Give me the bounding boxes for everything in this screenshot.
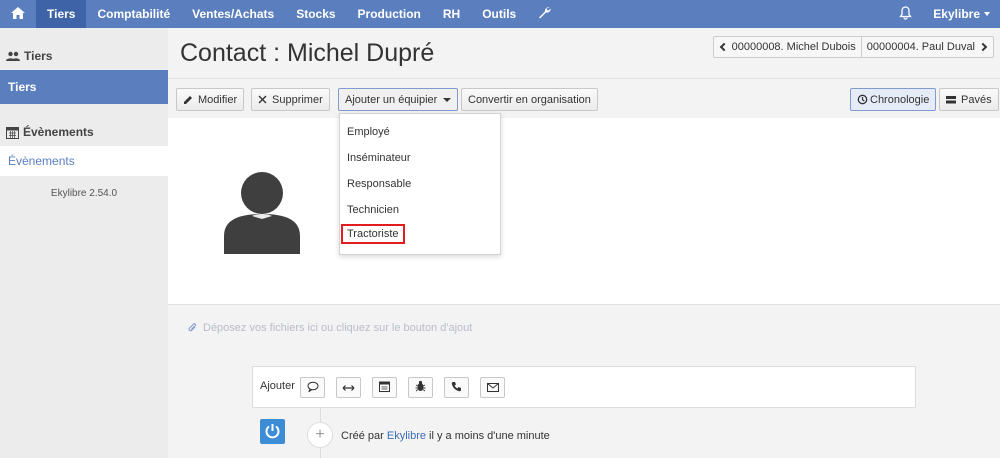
wrench-icon bbox=[538, 6, 551, 22]
nav-ventes-achats[interactable]: Ventes/Achats bbox=[181, 0, 285, 28]
add-team-member-label: Ajouter un équipier bbox=[345, 93, 438, 106]
dropdown-item-responsable[interactable]: Responsable bbox=[347, 178, 411, 190]
plus-icon: + bbox=[315, 426, 325, 443]
timeline-view-button[interactable]: Chronologie bbox=[850, 88, 937, 111]
sidebar-section-tiers: Tiers bbox=[0, 42, 168, 70]
user-name: Ekylibre bbox=[933, 7, 980, 21]
add-comment-button[interactable] bbox=[300, 377, 325, 398]
timeline-entry-suffix: il y a moins d'une minute bbox=[429, 430, 550, 442]
exchange-icon bbox=[342, 381, 355, 395]
list-icon bbox=[946, 95, 956, 104]
previous-record-button[interactable]: 00000008. Michel Dubois bbox=[714, 37, 861, 57]
toolbar-divider bbox=[168, 78, 1000, 79]
expand-entry-button[interactable]: + bbox=[307, 422, 333, 448]
add-email-button[interactable] bbox=[480, 377, 505, 398]
nav-production[interactable]: Production bbox=[347, 0, 432, 28]
contact-card bbox=[168, 118, 1000, 304]
calendar-icon bbox=[379, 381, 390, 395]
dropzone-label: Déposez vos fichiers ici ou cliquez sur … bbox=[203, 322, 473, 334]
home-button[interactable] bbox=[0, 0, 36, 28]
add-call-button[interactable] bbox=[444, 377, 469, 398]
tiles-view-button[interactable]: Pavés bbox=[939, 88, 999, 111]
bell-icon bbox=[899, 5, 913, 23]
convert-organisation-label: Convertir en organisation bbox=[468, 93, 591, 106]
nav-outils[interactable]: Outils bbox=[471, 0, 527, 28]
sidebar-section-evenements: Évènements bbox=[0, 118, 168, 146]
settings-button[interactable] bbox=[527, 0, 562, 28]
page-title: Contact : Michel Dupré bbox=[180, 39, 435, 67]
add-label: Ajouter bbox=[260, 380, 295, 392]
avatar bbox=[222, 170, 302, 257]
timeline-view-label: Chronologie bbox=[870, 93, 930, 106]
dropdown-item-inseminateur[interactable]: Inséminateur bbox=[347, 152, 411, 164]
comment-icon bbox=[307, 381, 319, 395]
edit-button[interactable]: Modifier bbox=[176, 88, 245, 111]
home-icon bbox=[11, 6, 25, 22]
user-icon bbox=[224, 172, 300, 254]
pencil-icon bbox=[183, 95, 193, 105]
nav-stocks[interactable]: Stocks bbox=[285, 0, 346, 28]
phone-icon bbox=[451, 381, 462, 395]
delete-label: Supprimer bbox=[272, 93, 323, 106]
chevron-right-icon bbox=[978, 42, 988, 52]
main-content: Contact : Michel Dupré 00000008. Michel … bbox=[168, 28, 1000, 458]
next-record-label: 00000004. Paul Duval bbox=[866, 41, 975, 53]
history-icon bbox=[857, 94, 868, 105]
edit-label: Modifier bbox=[198, 93, 238, 106]
users-icon bbox=[6, 51, 20, 61]
dropzone-text: Déposez vos fichiers ici ou cliquez sur … bbox=[188, 322, 472, 334]
add-issue-button[interactable] bbox=[408, 377, 433, 398]
sidebar: Tiers Tiers Évènements Évènements Ekylib… bbox=[0, 28, 168, 458]
add-event-button[interactable] bbox=[372, 377, 397, 398]
sidebar-section-label: Tiers bbox=[24, 49, 53, 63]
dropdown-item-tractoriste[interactable]: Tractoriste bbox=[341, 224, 405, 244]
add-team-member-button[interactable]: Ajouter un équipier bbox=[338, 88, 459, 111]
timeline-entry-author-link[interactable]: Ekylibre bbox=[387, 430, 426, 442]
add-activity-bar: Ajouter bbox=[252, 366, 916, 408]
bug-icon bbox=[415, 380, 426, 395]
ekylibre-logo bbox=[260, 419, 285, 444]
calendar-icon bbox=[6, 126, 19, 139]
chevron-down-icon bbox=[443, 97, 452, 102]
next-record-button[interactable]: 00000004. Paul Duval bbox=[860, 37, 993, 57]
file-dropzone[interactable]: Déposez vos fichiers ici ou cliquez sur … bbox=[168, 304, 1000, 354]
previous-record-label: 00000008. Michel Dubois bbox=[731, 41, 856, 53]
timeline-entry: Créé par Ekylibre il y a moins d'une min… bbox=[341, 430, 550, 442]
notifications-button[interactable] bbox=[888, 0, 923, 28]
chevron-left-icon bbox=[719, 42, 728, 52]
dropdown-item-employe[interactable]: Employé bbox=[347, 126, 390, 138]
record-pager: 00000008. Michel Dubois 00000004. Paul D… bbox=[712, 36, 994, 58]
nav-comptabilite[interactable]: Comptabilité bbox=[86, 0, 181, 28]
power-icon bbox=[265, 424, 280, 439]
top-navbar: Tiers Comptabilité Ventes/Achats Stocks … bbox=[0, 0, 1000, 28]
close-icon bbox=[258, 95, 267, 104]
sidebar-section-label: Évènements bbox=[23, 125, 94, 139]
nav-tiers[interactable]: Tiers bbox=[36, 0, 87, 28]
delete-button[interactable]: Supprimer bbox=[251, 88, 330, 111]
sidebar-item-evenements[interactable]: Évènements bbox=[0, 146, 168, 176]
timeline-entry-prefix: Créé par bbox=[341, 430, 384, 442]
add-transfer-button[interactable] bbox=[336, 377, 361, 398]
add-team-member-dropdown: Employé Inséminateur Responsable Technic… bbox=[339, 113, 501, 255]
tiles-view-label: Pavés bbox=[961, 93, 992, 106]
sidebar-item-tiers[interactable]: Tiers bbox=[0, 70, 168, 104]
paperclip-icon bbox=[188, 323, 197, 333]
nav-rh[interactable]: RH bbox=[432, 0, 471, 28]
envelope-icon bbox=[486, 381, 499, 395]
chevron-down-icon bbox=[984, 12, 990, 16]
app-version: Ekylibre 2.54.0 bbox=[50, 188, 118, 199]
convert-organisation-button[interactable]: Convertir en organisation bbox=[461, 88, 598, 111]
dropdown-item-technicien[interactable]: Technicien bbox=[347, 204, 399, 216]
user-menu[interactable]: Ekylibre bbox=[923, 0, 1000, 28]
